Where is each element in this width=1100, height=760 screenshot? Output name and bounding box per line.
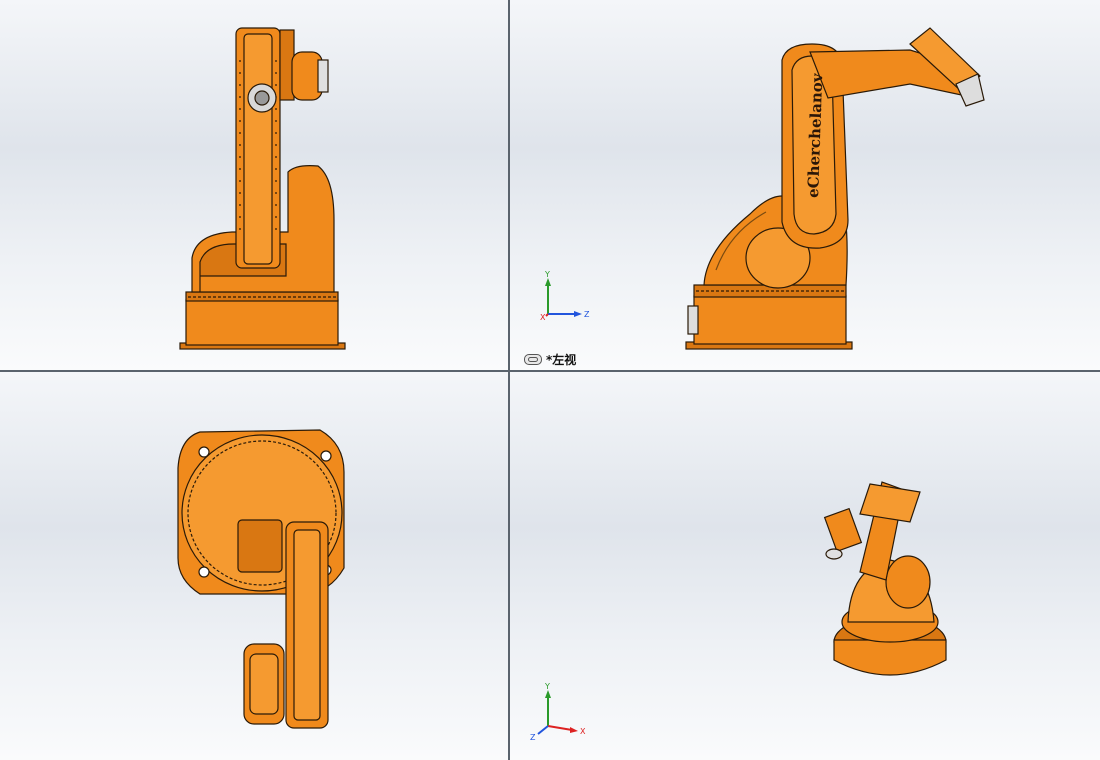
- robot-top-view[interactable]: [0, 372, 509, 760]
- graphics-area[interactable]: eCherchelanov Y Z X *左视 Y X Z: [0, 0, 1100, 760]
- view-name-text: *左视: [546, 353, 577, 367]
- viewport-top[interactable]: [0, 372, 509, 760]
- axis-y-label: Y: [544, 682, 550, 691]
- axis-y-label: Y: [544, 270, 550, 279]
- coordinate-triad-icon: Y X Z: [530, 682, 586, 742]
- robot-front-view[interactable]: [0, 0, 509, 372]
- axis-z-label: Z: [530, 733, 536, 742]
- axis-z-label: Z: [584, 310, 590, 319]
- axis-x-label: X: [580, 727, 586, 736]
- coordinate-triad-icon: Y Z X: [540, 270, 590, 322]
- view-name-label[interactable]: *左视: [524, 351, 576, 368]
- viewport-front[interactable]: [0, 0, 509, 372]
- viewport-isometric[interactable]: Y X Z: [509, 372, 1100, 760]
- viewport-left[interactable]: eCherchelanov Y Z X *左视: [509, 0, 1100, 372]
- link-views-icon[interactable]: [524, 354, 542, 365]
- axis-x-label: X: [540, 313, 546, 322]
